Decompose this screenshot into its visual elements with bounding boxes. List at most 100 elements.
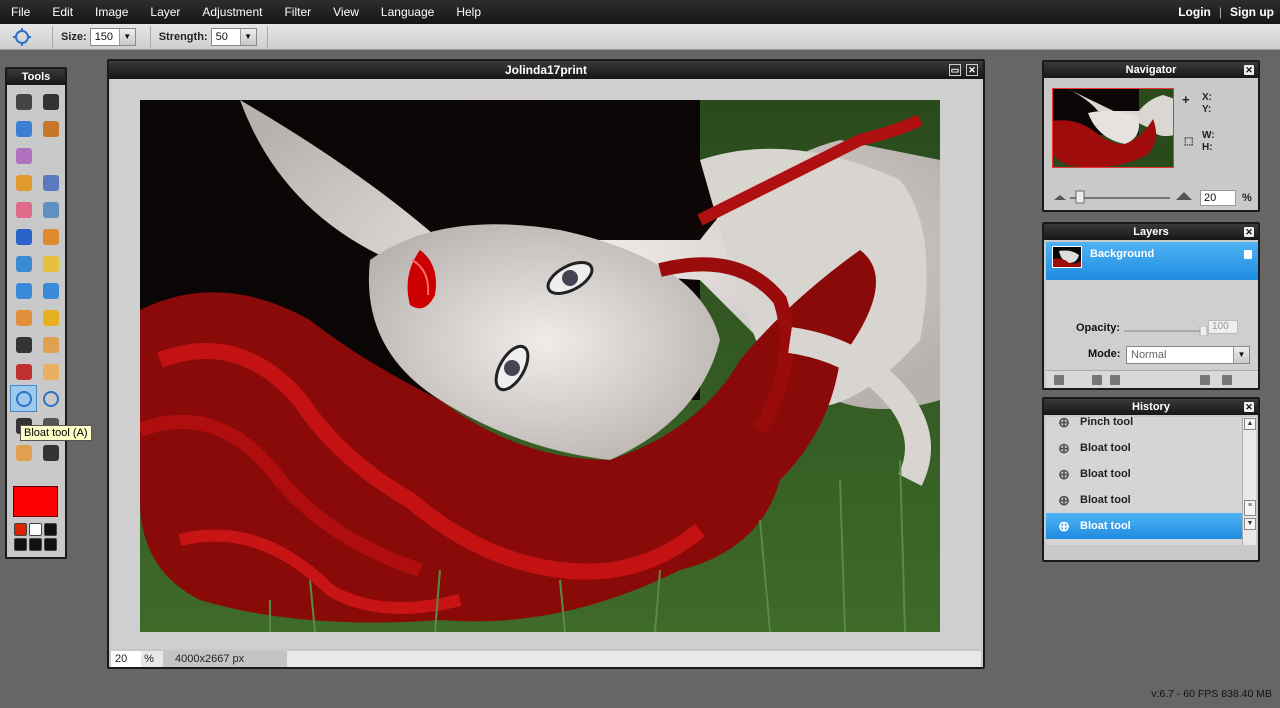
tool-spot-heal[interactable] xyxy=(37,358,64,385)
foreground-color-swatch[interactable] xyxy=(13,486,58,517)
separator xyxy=(266,25,268,48)
zoom-input[interactable]: 20 xyxy=(111,651,141,667)
tools-title: Tools xyxy=(7,69,65,85)
menu-language[interactable]: Language xyxy=(370,0,445,24)
tool-move[interactable] xyxy=(37,88,64,115)
thumbnail-image xyxy=(1053,89,1173,167)
close-icon[interactable]: ✕ xyxy=(966,64,978,76)
tool-magic-wand[interactable] xyxy=(10,142,37,169)
selection-size-icon: ⬚ xyxy=(1184,136,1194,147)
menu-view[interactable]: View xyxy=(322,0,370,24)
fill-bucket-icon xyxy=(42,201,59,218)
signup-link[interactable]: Sign up xyxy=(1230,5,1274,19)
scroll-up-icon[interactable]: ▲ xyxy=(1244,418,1256,430)
history-item[interactable]: ⊕ Pinch tool xyxy=(1046,417,1246,435)
hand-icon xyxy=(15,444,32,461)
close-icon[interactable]: ✕ xyxy=(1244,402,1254,412)
history-scrollbar[interactable]: ▲ ≡ ▼ xyxy=(1242,417,1256,545)
tool-brush[interactable] xyxy=(37,169,64,196)
mode-label: Mode: xyxy=(1088,348,1121,360)
layer-settings-icon[interactable] xyxy=(1054,375,1064,385)
history-title: History ✕ xyxy=(1044,399,1258,415)
tool-red-eye[interactable] xyxy=(10,358,37,385)
tool-clone-stamp[interactable] xyxy=(37,223,64,250)
layer-row-background[interactable]: Background xyxy=(1046,242,1258,280)
tool-burn[interactable] xyxy=(37,331,64,358)
size-label: Size: xyxy=(61,30,87,43)
menu-adjustment[interactable]: Adjustment xyxy=(191,0,273,24)
tool-gradient[interactable] xyxy=(10,223,37,250)
opacity-slider[interactable] xyxy=(1124,326,1208,336)
history-item[interactable]: ⊕ Bloat tool xyxy=(1046,487,1246,513)
document-image[interactable] xyxy=(140,100,940,632)
close-icon[interactable]: ✕ xyxy=(1244,227,1254,237)
tool-sharpen[interactable] xyxy=(37,277,64,304)
tool-sponge[interactable] xyxy=(37,304,64,331)
tool-crop[interactable] xyxy=(10,88,37,115)
scroll-thumb[interactable]: ≡ xyxy=(1244,500,1256,516)
trash-icon[interactable] xyxy=(1222,375,1232,385)
opacity-input[interactable]: 100 xyxy=(1208,320,1238,334)
maximize-icon[interactable]: ▭ xyxy=(949,64,961,76)
menu-file[interactable]: File xyxy=(0,0,41,24)
tool-pinch[interactable] xyxy=(37,385,64,412)
tool-pencil[interactable] xyxy=(10,169,37,196)
layer-style-icon[interactable] xyxy=(1110,375,1120,385)
tool-bloat[interactable] xyxy=(10,385,37,412)
nav-y-label: Y: xyxy=(1202,104,1212,115)
history-item[interactable]: ⊕ Bloat tool xyxy=(1046,513,1246,539)
color-swatch[interactable] xyxy=(44,523,57,536)
history-item-label: Pinch tool xyxy=(1080,417,1134,428)
current-tool[interactable] xyxy=(0,27,44,47)
menu-filter[interactable]: Filter xyxy=(273,0,322,24)
document-title[interactable]: Jolinda17print ▭ ✕ xyxy=(109,61,983,79)
tool-blur[interactable] xyxy=(10,277,37,304)
scroll-down-icon[interactable]: ▼ xyxy=(1244,518,1256,530)
color-swatch[interactable] xyxy=(29,523,42,536)
brush-icon xyxy=(42,174,59,191)
separator xyxy=(149,25,151,48)
history-item[interactable]: ⊕ Bloat tool xyxy=(1046,435,1246,461)
color-swatches xyxy=(14,523,57,551)
menu-layer[interactable]: Layer xyxy=(139,0,191,24)
size-select[interactable]: 150 ▼ xyxy=(89,27,136,46)
tool-smudge[interactable] xyxy=(10,304,37,331)
menu-edit[interactable]: Edit xyxy=(41,0,84,24)
tool-draw[interactable] xyxy=(37,250,64,277)
tool-eraser[interactable] xyxy=(10,196,37,223)
navigator-thumbnail[interactable] xyxy=(1052,88,1174,168)
menu-bar: File Edit Image Layer Adjustment Filter View La… xyxy=(0,0,1280,24)
login-link[interactable]: Login xyxy=(1178,5,1211,19)
color-swatch[interactable] xyxy=(29,538,42,551)
close-icon[interactable]: ✕ xyxy=(1244,65,1254,75)
marquee-icon xyxy=(15,120,32,137)
tool-lasso[interactable] xyxy=(37,115,64,142)
canvas-area[interactable] xyxy=(111,79,981,649)
opacity-label: Opacity: xyxy=(1076,322,1121,334)
tool-blank[interactable] xyxy=(37,142,64,169)
blend-mode-select[interactable]: Normal ▼ xyxy=(1126,346,1250,364)
color-swatch[interactable] xyxy=(44,538,57,551)
strength-select[interactable]: 50 ▼ xyxy=(210,27,257,46)
layer-mask-icon[interactable] xyxy=(1092,375,1102,385)
menu-image[interactable]: Image xyxy=(84,0,139,24)
tool-zoom[interactable] xyxy=(37,439,64,466)
tool-fill-bucket[interactable] xyxy=(37,196,64,223)
tool-dodge[interactable] xyxy=(10,331,37,358)
tool-options-bar: Size: 150 ▼ Strength: 50 ▼ xyxy=(0,24,1280,50)
zoom-out-icon xyxy=(1054,195,1066,200)
bloat-icon xyxy=(13,27,31,46)
color-replace-icon xyxy=(15,255,32,272)
strength-label: Strength: xyxy=(158,30,208,43)
tool-color-replace[interactable] xyxy=(10,250,37,277)
nav-w-label: W: xyxy=(1202,130,1215,141)
color-swatch[interactable] xyxy=(14,538,27,551)
new-layer-icon[interactable] xyxy=(1200,375,1210,385)
color-swatch[interactable] xyxy=(14,523,27,536)
menu-help[interactable]: Help xyxy=(445,0,492,24)
history-item[interactable]: ⊕ Bloat tool xyxy=(1046,461,1246,487)
navigator-zoom-input[interactable]: 20 xyxy=(1200,190,1236,206)
tool-marquee[interactable] xyxy=(10,115,37,142)
zoom-in-icon xyxy=(1176,192,1192,200)
tool-hand[interactable] xyxy=(10,439,37,466)
